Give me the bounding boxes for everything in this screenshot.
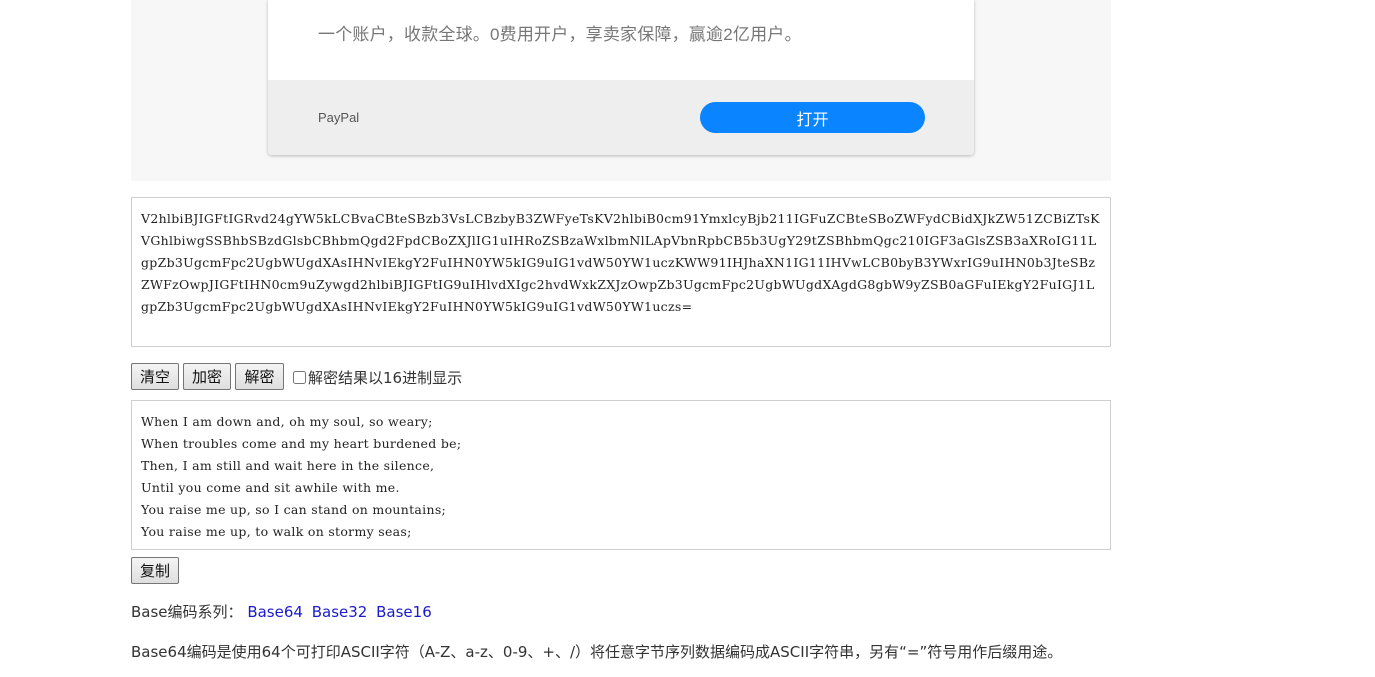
ad-open-button[interactable]: 打开 <box>700 102 925 133</box>
encode-button[interactable]: 加密 <box>183 363 231 390</box>
hex-display-checkbox[interactable] <box>293 371 306 384</box>
hex-display-label: 解密结果以16进制显示 <box>308 369 463 387</box>
decode-button[interactable]: 解密 <box>235 363 284 390</box>
copy-button[interactable]: 复制 <box>131 557 179 584</box>
base64-description: Base64编码是使用64个可打印ASCII字符（A-Z、a-z、0-9、+、/… <box>131 643 1063 661</box>
link-base16[interactable]: Base16 <box>376 603 432 621</box>
base-series-nav: Base编码系列： Base64 Base32 Base16 <box>131 601 436 622</box>
decoded-output[interactable] <box>131 400 1111 550</box>
ad-footer: PayPal 打开 <box>268 80 974 155</box>
clear-button[interactable]: 清空 <box>131 363 179 390</box>
base64-input[interactable] <box>131 197 1111 347</box>
ad-card[interactable]: 一个账户，收款全球。0费用开户，享卖家保障，赢逾2亿用户。 PayPal 打开 <box>268 0 974 155</box>
ad-container: 一个账户，收款全球。0费用开户，享卖家保障，赢逾2亿用户。 PayPal 打开 <box>131 0 1111 181</box>
ad-brand: PayPal <box>318 110 360 125</box>
ad-description: 一个账户，收款全球。0费用开户，享卖家保障，赢逾2亿用户。 <box>318 25 802 44</box>
hex-display-toggle[interactable]: 解密结果以16进制显示 <box>291 367 462 388</box>
link-base64[interactable]: Base64 <box>247 603 303 621</box>
link-base32[interactable]: Base32 <box>312 603 368 621</box>
series-label: Base编码系列： <box>131 603 243 621</box>
